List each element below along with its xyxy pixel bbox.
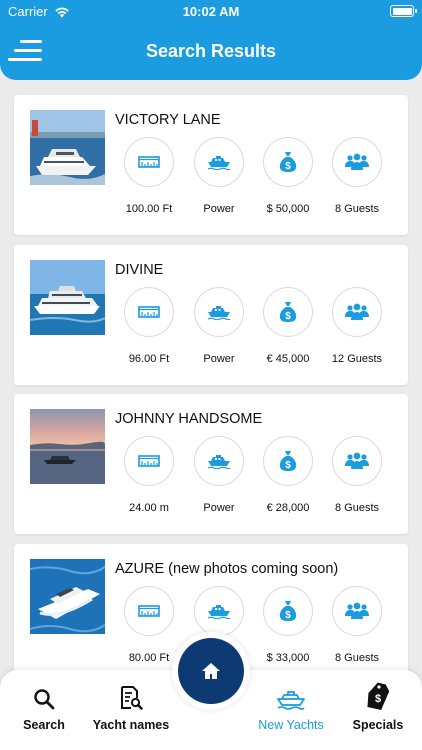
- price-value: € 28,000: [266, 502, 310, 514]
- ruler-icon: [124, 436, 174, 486]
- money-bag-icon: $: [263, 287, 313, 337]
- money-bag-icon: $: [263, 586, 313, 636]
- boat-icon: [194, 287, 244, 337]
- home-icon: [202, 663, 220, 679]
- yacht-photo[interactable]: [30, 260, 105, 335]
- price-value: $ 33,000: [266, 652, 310, 664]
- price-spec: $ $ 33,000: [248, 586, 328, 664]
- yacht-name[interactable]: DIVINE: [115, 262, 163, 278]
- yacht-icon: [277, 691, 305, 710]
- yacht-name[interactable]: VICTORY LANE: [115, 112, 221, 128]
- length-spec: 24.00 m: [109, 436, 189, 514]
- price-tag-icon: $: [367, 682, 389, 710]
- status-time: 10:02 AM: [182, 4, 240, 19]
- yacht-name[interactable]: AZURE (new photos coming soon): [115, 561, 338, 577]
- tab-label: Specials: [352, 718, 404, 732]
- guests-spec: 8 Guests: [317, 137, 397, 215]
- svg-text:$: $: [375, 693, 381, 705]
- boat-icon: [194, 436, 244, 486]
- length-value: 100.00 Ft: [125, 203, 173, 215]
- yacht-photo[interactable]: [30, 559, 105, 634]
- yacht-card[interactable]: DIVINE 96.00 Ft Power $ € 45,000 12 Gues…: [14, 245, 408, 385]
- people-icon: [332, 436, 382, 486]
- length-value: 24.00 m: [129, 502, 169, 514]
- svg-text:$: $: [285, 610, 291, 621]
- type-spec: Power: [179, 137, 259, 215]
- tab-new-yachts[interactable]: New Yachts: [246, 682, 336, 732]
- price-spec: $ $ 50,000: [248, 137, 328, 215]
- tab-search[interactable]: Search: [0, 682, 89, 732]
- boat-icon: [194, 137, 244, 187]
- guests-spec: 8 Guests: [317, 436, 397, 514]
- document-search-icon: [121, 686, 143, 710]
- length-value: 96.00 Ft: [128, 353, 170, 365]
- type-spec: Power: [179, 436, 259, 514]
- price-spec: $ € 45,000: [248, 287, 328, 365]
- status-bar: Carrier 10:02 AM: [0, 0, 422, 24]
- length-spec: 100.00 Ft: [109, 137, 189, 215]
- boat-icon: [194, 586, 244, 636]
- type-value: Power: [203, 353, 235, 365]
- people-icon: [332, 137, 382, 187]
- yacht-card[interactable]: JOHNNY HANDSOME 24.00 m Power $ € 28,000…: [14, 394, 408, 534]
- length-spec: 96.00 Ft: [109, 287, 189, 365]
- ruler-icon: [124, 137, 174, 187]
- people-icon: [332, 287, 382, 337]
- search-icon: [34, 689, 55, 710]
- page-title: Search Results: [145, 41, 277, 61]
- guests-value: 12 Guests: [331, 353, 383, 365]
- ruler-icon: [124, 586, 174, 636]
- battery-icon: [390, 5, 417, 17]
- money-bag-icon: $: [263, 436, 313, 486]
- price-value: € 45,000: [266, 353, 310, 365]
- svg-text:$: $: [285, 460, 291, 471]
- people-icon: [332, 586, 382, 636]
- header-bar: Carrier 10:02 AM Search Results: [0, 0, 422, 80]
- price-value: $ 50,000: [266, 203, 310, 215]
- tab-label: Search: [23, 718, 65, 732]
- type-value: Power: [203, 502, 235, 514]
- tab-yacht-names[interactable]: Yacht names: [86, 682, 176, 732]
- svg-text:$: $: [285, 161, 291, 172]
- guests-value: 8 Guests: [334, 652, 380, 664]
- tab-specials[interactable]: $ Specials: [333, 682, 422, 732]
- yacht-photo[interactable]: [30, 409, 105, 484]
- svg-text:$: $: [285, 311, 291, 322]
- yacht-name[interactable]: JOHNNY HANDSOME: [115, 411, 262, 427]
- guests-value: 8 Guests: [334, 203, 380, 215]
- guests-spec: 8 Guests: [317, 586, 397, 664]
- type-spec: Power: [179, 287, 259, 365]
- ruler-icon: [124, 287, 174, 337]
- money-bag-icon: $: [263, 137, 313, 187]
- tab-label: Yacht names: [92, 718, 170, 732]
- guests-value: 8 Guests: [334, 502, 380, 514]
- guests-spec: 12 Guests: [317, 287, 397, 365]
- tab-label: New Yachts: [258, 718, 324, 732]
- price-spec: $ € 28,000: [248, 436, 328, 514]
- type-value: Power: [203, 203, 235, 215]
- yacht-photo[interactable]: [30, 110, 105, 185]
- yacht-card[interactable]: VICTORY LANE 100.00 Ft Power $ $ 50,000 …: [14, 95, 408, 235]
- home-button[interactable]: [178, 638, 244, 704]
